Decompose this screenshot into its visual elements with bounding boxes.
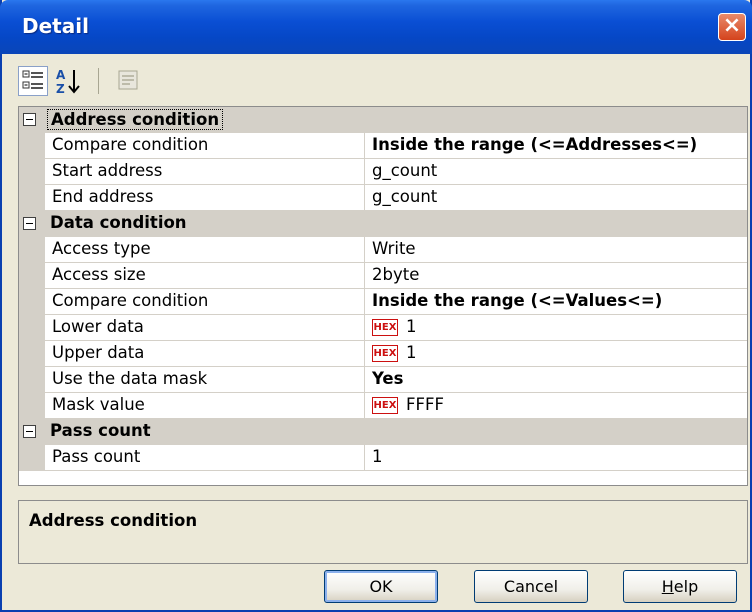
property-row[interactable]: Access type Write xyxy=(19,237,747,263)
property-value[interactable]: Inside the range (<=Values<=) xyxy=(365,289,747,315)
categorized-view-icon xyxy=(22,70,43,89)
hex-badge-icon: HEX xyxy=(372,345,398,362)
collapse-icon[interactable] xyxy=(23,113,36,126)
property-name: Access size xyxy=(45,263,365,289)
category-label: Pass count xyxy=(50,421,151,440)
property-row[interactable]: Access size 2byte xyxy=(19,263,747,289)
category-label: Data condition xyxy=(50,213,187,232)
property-row[interactable]: Use the data mask Yes xyxy=(19,367,747,393)
help-mnemonic: H xyxy=(661,577,674,596)
category-pass-count[interactable]: Pass count xyxy=(19,419,747,445)
ok-button[interactable]: OK xyxy=(324,570,438,603)
property-toolbar: A Z xyxy=(18,62,158,102)
categorized-view-button[interactable] xyxy=(18,66,48,96)
property-value-cell[interactable]: HEX 1 xyxy=(365,315,747,341)
property-value[interactable]: 2byte xyxy=(365,263,747,289)
property-value-cell[interactable]: HEX 1 xyxy=(365,341,747,367)
category-address-condition[interactable]: Address condition xyxy=(19,107,747,133)
property-name: Mask value xyxy=(45,393,365,419)
category-data-condition[interactable]: Data condition xyxy=(19,211,747,237)
alphabetical-sort-icon: A Z xyxy=(56,68,80,96)
help-label: elp xyxy=(673,577,699,596)
property-value-cell[interactable]: HEX FFFF xyxy=(365,393,747,419)
property-row[interactable]: End address g_count xyxy=(19,185,747,211)
property-pages-button xyxy=(114,66,144,96)
property-row[interactable]: Pass count 1 xyxy=(19,445,747,471)
collapse-icon[interactable] xyxy=(23,217,36,230)
property-name: Compare condition xyxy=(45,289,365,315)
property-row[interactable]: Upper data HEX 1 xyxy=(19,341,747,367)
close-button[interactable]: × xyxy=(718,13,746,41)
property-value: 1 xyxy=(406,317,417,336)
property-value[interactable]: g_count xyxy=(365,159,747,185)
property-value[interactable]: Inside the range (<=Addresses<=) xyxy=(365,133,747,159)
property-name: Pass count xyxy=(45,445,365,471)
property-name: Use the data mask xyxy=(45,367,365,393)
property-value[interactable]: Yes xyxy=(365,367,747,393)
property-value: 1 xyxy=(406,343,417,362)
property-name: Upper data xyxy=(45,341,365,367)
alphabetical-sort-button[interactable]: A Z xyxy=(54,66,84,96)
property-row[interactable]: Lower data HEX 1 xyxy=(19,315,747,341)
property-row[interactable]: Start address g_count xyxy=(19,159,747,185)
property-name: End address xyxy=(45,185,365,211)
property-pages-icon xyxy=(118,70,138,90)
property-row[interactable]: Compare condition Inside the range (<=Ad… xyxy=(19,133,747,159)
category-label: Address condition xyxy=(47,109,224,130)
property-name: Compare condition xyxy=(45,133,365,159)
close-icon: × xyxy=(722,13,742,38)
description-panel: Address condition xyxy=(18,500,748,564)
sort-glyph-a: A xyxy=(56,68,66,82)
dialog-title: Detail xyxy=(22,14,89,38)
property-name: Lower data xyxy=(45,315,365,341)
property-name: Start address xyxy=(45,159,365,185)
title-bar[interactable]: Detail × xyxy=(0,0,752,54)
property-value[interactable]: 1 xyxy=(365,445,747,471)
hex-badge-icon: HEX xyxy=(372,397,398,414)
detail-dialog: Detail × A Z Address condition Compare c… xyxy=(0,0,752,612)
collapse-icon[interactable] xyxy=(23,425,36,438)
property-value: FFFF xyxy=(406,395,444,414)
property-value[interactable]: Write xyxy=(365,237,747,263)
property-row[interactable]: Mask value HEX FFFF xyxy=(19,393,747,419)
description-text: Address condition xyxy=(29,511,198,530)
hex-badge-icon: HEX xyxy=(372,319,398,336)
property-value[interactable]: g_count xyxy=(365,185,747,211)
toolbar-separator xyxy=(98,68,99,94)
help-button[interactable]: Help xyxy=(623,570,737,603)
property-grid: Address condition Compare condition Insi… xyxy=(18,106,748,486)
property-name: Access type xyxy=(45,237,365,263)
cancel-button[interactable]: Cancel xyxy=(474,570,588,603)
property-row[interactable]: Compare condition Inside the range (<=Va… xyxy=(19,289,747,315)
sort-glyph-z: Z xyxy=(56,82,65,96)
